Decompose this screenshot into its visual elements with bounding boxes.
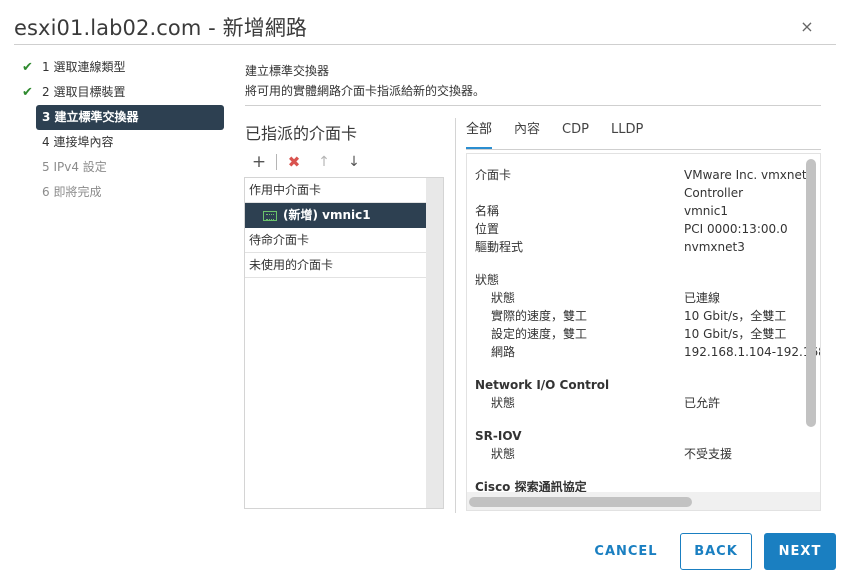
detail-label: 實際的速度，雙工	[491, 309, 588, 323]
detail-value: 192.168.1.104-192.168	[684, 345, 821, 359]
detail-tabs: 全部 內容 CDP LLDP	[466, 119, 665, 150]
group-unused-adapters: 未使用的介面卡	[245, 253, 426, 278]
step-port-properties[interactable]: 4 連接埠內容	[20, 130, 226, 155]
detail-label: 狀態	[491, 396, 516, 410]
details-vertical-scrollbar[interactable]	[806, 159, 816, 427]
check-icon: ✔	[22, 60, 33, 75]
tab-all[interactable]: 全部	[466, 119, 493, 150]
step-select-connection-type[interactable]: ✔ 1 選取連線類型	[20, 55, 226, 80]
step-select-target-device[interactable]: ✔ 2 選取目標裝置	[20, 80, 226, 105]
adapter-details-panel: 介面卡 VMware Inc. vmxnet Controller 名稱 vmnic…	[466, 153, 821, 511]
detail-value: VMware Inc. vmxnet	[684, 168, 807, 182]
adapter-row-vmnic1[interactable]: (新增) vmnic1	[245, 203, 426, 228]
step-create-standard-switch[interactable]: 3 建立標準交換器	[36, 105, 224, 130]
check-icon: ✔	[22, 85, 33, 100]
adapter-toolbar: + ✖ ↑ ↓	[248, 151, 365, 173]
detail-label: 驅動程式	[475, 240, 524, 254]
panel-divider	[455, 118, 456, 513]
title-divider	[14, 44, 836, 45]
next-button[interactable]: NEXT	[764, 533, 836, 570]
assigned-adapters-title: 已指派的介面卡	[245, 124, 358, 143]
step-label: 5 IPv4 設定	[42, 160, 107, 174]
step-ipv4-settings: 5 IPv4 設定	[20, 155, 226, 180]
detail-value: PCI 0000:13:00.0	[684, 222, 788, 236]
content-divider	[245, 105, 821, 106]
network-card-icon	[263, 210, 277, 221]
group-standby-adapters: 待命介面卡	[245, 228, 426, 253]
detail-value: Controller	[684, 186, 744, 200]
section-sr-iov: SR-IOV	[475, 429, 522, 443]
detail-value: 10 Gbit/s，全雙工	[684, 309, 787, 323]
group-active-adapters: 作用中介面卡	[245, 178, 426, 203]
tab-properties[interactable]: 內容	[514, 119, 540, 149]
step-ready-to-complete: 6 即將完成	[20, 180, 226, 205]
content-description: 將可用的實體網路介面卡指派給新的交換器。	[245, 84, 486, 98]
details-horizontal-scrollbar[interactable]	[469, 497, 692, 507]
detail-label: 名稱	[475, 204, 500, 218]
step-label: 2 選取目標裝置	[42, 85, 126, 99]
detail-value: vmnic1	[684, 204, 728, 218]
detail-label: 狀態	[491, 291, 516, 305]
dialog-title: esxi01.lab02.com - 新增網路	[14, 16, 308, 40]
adapter-list[interactable]: 作用中介面卡 (新增) vmnic1 待命介面卡 未使用的介面卡	[244, 177, 444, 509]
move-down-icon[interactable]: ↓	[343, 151, 365, 173]
detail-label: 位置	[475, 222, 500, 236]
toolbar-separator	[276, 154, 277, 170]
tabs-divider	[466, 149, 821, 150]
detail-label: 設定的速度，雙工	[491, 327, 588, 341]
detail-value: 已連線	[684, 291, 721, 305]
detail-value: 已允許	[684, 396, 721, 410]
move-up-icon[interactable]: ↑	[313, 151, 335, 173]
section-status: 狀態	[475, 273, 500, 287]
back-button[interactable]: BACK	[680, 533, 752, 570]
step-label: 3 建立標準交換器	[42, 110, 139, 124]
close-icon[interactable]: ×	[798, 18, 816, 36]
detail-value: 10 Gbit/s，全雙工	[684, 327, 787, 341]
section-network-io-control: Network I/O Control	[475, 378, 610, 392]
step-label: 6 即將完成	[42, 185, 102, 199]
cancel-button[interactable]: CANCEL	[590, 533, 662, 570]
step-label: 4 連接埠內容	[42, 135, 114, 149]
detail-label: 介面卡	[475, 168, 512, 182]
detail-value: nvmxnet3	[684, 240, 745, 254]
tab-cdp[interactable]: CDP	[562, 119, 589, 149]
detail-value: 不受支援	[684, 447, 733, 461]
remove-adapter-icon[interactable]: ✖	[283, 151, 305, 173]
wizard-steps: ✔ 1 選取連線類型 ✔ 2 選取目標裝置 3 建立標準交換器 4 連接埠內容 …	[20, 55, 226, 205]
content-title: 建立標準交換器	[245, 64, 330, 78]
step-label: 1 選取連線類型	[42, 60, 126, 74]
detail-label: 狀態	[491, 447, 516, 461]
tab-lldp[interactable]: LLDP	[611, 119, 643, 149]
adapter-name: (新增) vmnic1	[283, 208, 371, 222]
detail-label: 網路	[491, 345, 516, 359]
add-adapter-icon[interactable]: +	[248, 151, 270, 173]
adapter-list-scrollbar[interactable]	[426, 178, 443, 508]
